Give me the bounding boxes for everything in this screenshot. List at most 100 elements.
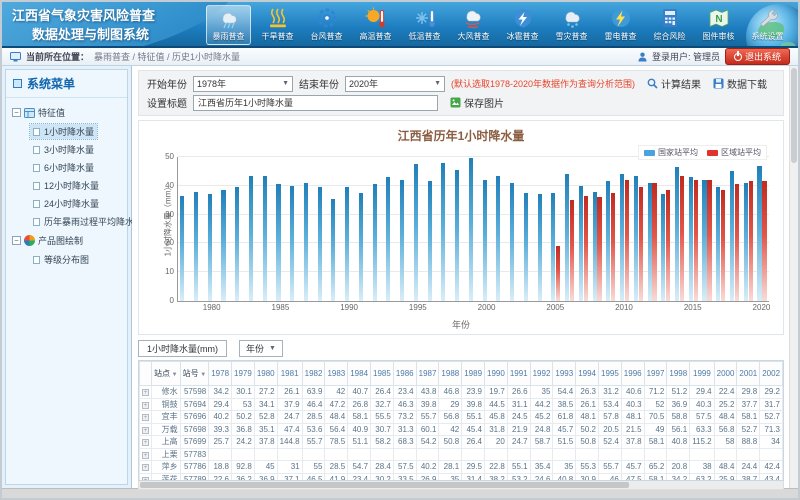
bar-regional-2013[interactable]	[666, 190, 670, 301]
bar-national-1984[interactable]	[263, 176, 267, 301]
bar-national-2004[interactable]	[538, 194, 542, 301]
toolbar-item-system-settings[interactable]: 系统设置	[745, 5, 790, 45]
bar-regional-2010[interactable]	[625, 180, 629, 301]
bar-national-1998[interactable]	[455, 170, 459, 301]
bar-national-2018[interactable]	[730, 171, 734, 301]
legend-item[interactable]: 区域站平均	[707, 147, 761, 158]
row-expand-cell[interactable]: +	[140, 436, 152, 449]
row-expand-cell[interactable]: +	[140, 473, 152, 481]
column-station-id[interactable]: 站号 ▼	[180, 362, 209, 386]
bar-national-1978[interactable]	[180, 196, 184, 301]
bar-regional-2019[interactable]	[749, 181, 753, 301]
expander-icon[interactable]: −	[12, 108, 21, 117]
bar-national-1988[interactable]	[318, 187, 322, 301]
compute-button[interactable]: 计算结果	[647, 76, 701, 91]
toolbar-item-gale-survey[interactable]: 大风普查	[451, 5, 496, 45]
bar-regional-2015[interactable]	[694, 180, 698, 301]
sidebar-item-12小时降水量[interactable]: 12小时降水量	[30, 178, 102, 193]
sidebar-item-1小时降水量[interactable]: 1小时降水量	[30, 124, 97, 139]
bar-national-1997[interactable]	[441, 163, 445, 301]
row-expand-cell[interactable]: +	[140, 398, 152, 411]
row-expand-cell[interactable]: +	[140, 411, 152, 424]
bar-national-1985[interactable]	[276, 184, 280, 301]
bar-national-1991[interactable]	[359, 193, 363, 301]
column-station[interactable]: 站点 ▼	[152, 362, 181, 386]
expander-icon[interactable]: −	[12, 236, 21, 245]
year-filter-dropdown[interactable]: 年份 ▼	[239, 340, 283, 357]
bar-national-2011[interactable]	[634, 176, 638, 301]
bar-regional-2005[interactable]	[556, 246, 560, 301]
bar-regional-2009[interactable]	[611, 193, 615, 301]
breadcrumb[interactable]: 暴雨普查 / 特征值 / 历史1小时降水量	[94, 50, 240, 63]
download-button[interactable]: 数据下载	[713, 76, 767, 91]
bar-national-1987[interactable]	[304, 183, 308, 301]
table-row-上栗[interactable]: +上栗57783	[140, 448, 785, 461]
table-row-上高[interactable]: +上高5769925.724.237.8144.855.778.551.158.…	[140, 436, 785, 449]
row-expand-cell[interactable]: +	[140, 448, 152, 461]
table-row-萍乡[interactable]: +萍乡5778618.892.845315528.554.728.457.540…	[140, 461, 785, 474]
toolbar-item-typhoon-survey[interactable]: 台风普查	[304, 5, 349, 45]
bar-national-2001[interactable]	[496, 176, 500, 301]
bar-national-2017[interactable]	[716, 187, 720, 301]
sidebar-item-3小时降水量[interactable]: 3小时降水量	[30, 142, 97, 157]
bar-national-2000[interactable]	[483, 180, 487, 301]
bar-national-1996[interactable]	[428, 181, 432, 301]
chart-title-input[interactable]	[193, 95, 438, 111]
main-vertical-scrollbar[interactable]	[789, 66, 798, 488]
bar-national-2003[interactable]	[524, 193, 528, 301]
start-year-select[interactable]: 1978年 ▼	[193, 76, 293, 92]
bar-national-2006[interactable]	[565, 174, 569, 301]
bar-national-1981[interactable]	[221, 190, 225, 301]
table-row-宜丰[interactable]: +宜丰5769640.250.252.824.728.548.458.155.5…	[140, 411, 785, 424]
bar-national-1992[interactable]	[373, 184, 377, 301]
bar-regional-2020[interactable]	[762, 181, 766, 301]
toolbar-item-map-review[interactable]: N图件审核	[696, 5, 741, 45]
row-expand-cell[interactable]: +	[140, 386, 152, 399]
sidebar-group-产品图绘制[interactable]: −产品图绘制	[8, 232, 125, 249]
scrollbar-thumb[interactable]	[791, 68, 797, 163]
toolbar-item-snow-survey[interactable]: 雪灾普查	[549, 5, 594, 45]
toolbar-item-hail-survey[interactable]: 冰雹普查	[500, 5, 545, 45]
table-row-莲花[interactable]: +莲花5778922.636.236.937.146.541.923.430.2…	[140, 473, 785, 481]
bar-national-1989[interactable]	[331, 199, 335, 301]
bar-regional-2006[interactable]	[570, 200, 574, 301]
sidebar-item-24小时降水量[interactable]: 24小时降水量	[30, 196, 102, 211]
bar-national-1979[interactable]	[194, 192, 198, 301]
bar-national-2002[interactable]	[510, 183, 514, 301]
table-row-铜鼓[interactable]: +铜鼓5769429.45334.137.946.447.226.832.746…	[140, 398, 785, 411]
bar-national-1994[interactable]	[400, 180, 404, 301]
sidebar-item-6小时降水量[interactable]: 6小时降水量	[30, 160, 97, 175]
bar-regional-2014[interactable]	[680, 176, 684, 301]
bar-regional-2007[interactable]	[584, 196, 588, 301]
toolbar-item-drought-survey[interactable]: 干旱普查	[255, 5, 300, 45]
bar-regional-2011[interactable]	[639, 187, 643, 301]
bar-national-2019[interactable]	[744, 183, 748, 301]
toolbar-item-overall-risk[interactable]: 综合风险	[647, 5, 692, 45]
bar-national-2013[interactable]	[661, 194, 665, 301]
table-row-修水[interactable]: +修水5759834.230.127.226.163.94240.726.423…	[140, 386, 785, 399]
bar-regional-2008[interactable]	[597, 197, 601, 301]
bar-national-2015[interactable]	[689, 177, 693, 301]
row-expand-cell[interactable]: +	[140, 461, 152, 474]
bar-regional-2018[interactable]	[735, 184, 739, 301]
bar-regional-2012[interactable]	[652, 183, 656, 301]
toolbar-item-lightning-survey[interactable]: 雷电普查	[598, 5, 643, 45]
table-horizontal-scrollbar[interactable]	[138, 481, 784, 490]
logout-button[interactable]: 退出系统	[725, 48, 790, 65]
toolbar-item-rain-survey[interactable]: 暴雨普查	[206, 5, 251, 45]
bar-national-2007[interactable]	[579, 186, 583, 301]
bar-national-2012[interactable]	[648, 183, 652, 301]
bar-national-2008[interactable]	[593, 192, 597, 301]
bar-national-1980[interactable]	[208, 194, 212, 301]
sidebar-item-历年暴雨过程平均降水量[interactable]: 历年暴雨过程平均降水量	[30, 214, 146, 229]
bar-national-2014[interactable]	[675, 167, 679, 301]
row-expand-cell[interactable]: +	[140, 423, 152, 436]
legend-item[interactable]: 国家站平均	[644, 147, 698, 158]
bar-national-2020[interactable]	[757, 166, 761, 301]
bar-national-2016[interactable]	[702, 180, 706, 301]
bar-regional-2017[interactable]	[721, 190, 725, 301]
bar-national-2005[interactable]	[551, 193, 555, 301]
bar-national-2010[interactable]	[620, 174, 624, 301]
bar-national-1982[interactable]	[235, 187, 239, 301]
bar-national-1999[interactable]	[469, 158, 473, 301]
